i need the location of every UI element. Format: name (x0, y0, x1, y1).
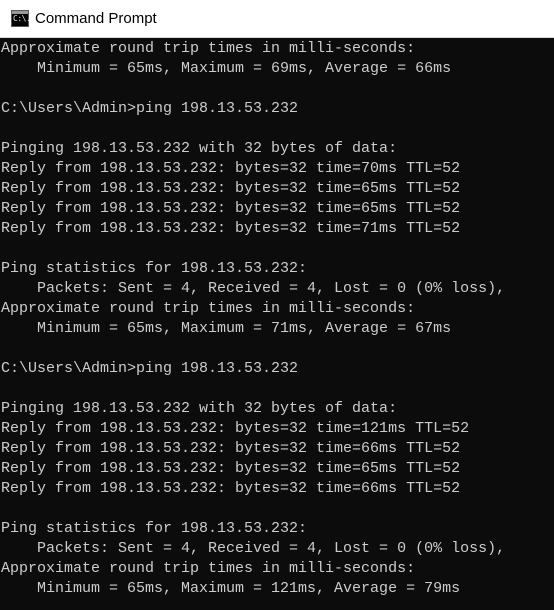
console-line: Minimum = 65ms, Maximum = 121ms, Average… (1, 580, 461, 597)
console-output[interactable]: Approximate round trip times in milli-se… (1, 39, 553, 610)
console-line: Packets: Sent = 4, Received = 4, Lost = … (1, 280, 506, 297)
console-line: C:\Users\Admin>ping 198.13.53.232 (1, 100, 299, 117)
console-line: Reply from 198.13.53.232: bytes=32 time=… (1, 420, 470, 437)
console-line: Reply from 198.13.53.232: bytes=32 time=… (1, 480, 461, 497)
console-line: Minimum = 65ms, Maximum = 71ms, Average … (1, 320, 452, 337)
console-line: Ping statistics for 198.13.53.232: (1, 260, 308, 277)
console-line: C:\Users\Admin>ping 198.13.53.232 (1, 360, 299, 377)
console-line: Reply from 198.13.53.232: bytes=32 time=… (1, 180, 461, 197)
console-line: Approximate round trip times in milli-se… (1, 40, 416, 57)
console-line: Pinging 198.13.53.232 with 32 bytes of d… (1, 400, 398, 417)
console-line: Packets: Sent = 4, Received = 4, Lost = … (1, 540, 506, 557)
console-line: Approximate round trip times in milli-se… (1, 300, 416, 317)
console-line: Reply from 198.13.53.232: bytes=32 time=… (1, 440, 461, 457)
console-line: Ping statistics for 198.13.53.232: (1, 520, 308, 537)
console-line: Minimum = 65ms, Maximum = 69ms, Average … (1, 60, 452, 77)
title-bar[interactable]: C:\. Command Prompt (0, 0, 554, 38)
console-line: Approximate round trip times in milli-se… (1, 560, 416, 577)
console-line: Pinging 198.13.53.232 with 32 bytes of d… (1, 140, 398, 157)
console-line: Reply from 198.13.53.232: bytes=32 time=… (1, 460, 461, 477)
console-line: Reply from 198.13.53.232: bytes=32 time=… (1, 220, 461, 237)
icon-prompt-glyph: C:\. (13, 14, 31, 23)
console-line: Reply from 198.13.53.232: bytes=32 time=… (1, 200, 461, 217)
window-title: Command Prompt (35, 10, 157, 27)
command-prompt-window: C:\. Command Prompt Approximate round tr… (0, 0, 554, 610)
cmd-console-icon[interactable]: C:\. (11, 10, 31, 27)
console-line: Reply from 198.13.53.232: bytes=32 time=… (1, 160, 461, 177)
